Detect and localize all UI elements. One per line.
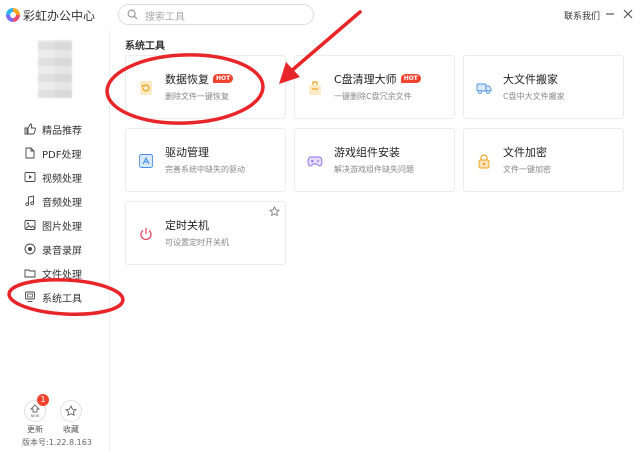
contact-us-link[interactable]: 联系我们 <box>564 9 600 22</box>
tool-title: 驱动管理 <box>165 146 209 159</box>
tool-desc: 一键删除C盘冗余文件 <box>334 92 412 101</box>
sidebar-item-label: PDF处理 <box>42 149 82 161</box>
sidebar-item-record[interactable]: 录音录屏 <box>24 240 104 258</box>
thumbs-up-icon <box>24 123 36 135</box>
tool-desc: 完善系统中缺失的驱动 <box>165 165 245 174</box>
folder-icon <box>24 267 36 279</box>
disk-clean-icon <box>309 81 321 95</box>
sidebar-item-label: 图片处理 <box>42 221 82 233</box>
sidebar-item-recommended[interactable]: 精品推荐 <box>24 120 104 138</box>
hot-badge: HOT <box>213 74 234 83</box>
sidebar-item-video[interactable]: 视频处理 <box>24 168 104 186</box>
hot-badge: HOT <box>400 74 421 83</box>
lock-icon <box>478 154 490 169</box>
sidebar-item-label: 视频处理 <box>42 173 82 185</box>
sidebar-item-label: 录音录屏 <box>42 245 82 257</box>
sidebar-item-label: 系统工具 <box>42 293 82 305</box>
search-placeholder: 搜索工具 <box>145 12 185 23</box>
tool-card-file-encrypt[interactable]: 文件加密 文件一键加密 <box>463 128 624 192</box>
sidebar-item-image[interactable]: 图片处理 <box>24 216 104 234</box>
tool-title: 定时关机 <box>165 219 209 232</box>
record-icon <box>24 243 36 255</box>
avatar[interactable] <box>38 40 72 98</box>
tool-card-big-file-move[interactable]: 大文件搬家 C盘中大文件搬家 <box>463 55 624 119</box>
sidebar-item-label: 音频处理 <box>42 197 82 209</box>
tool-title: 文件加密 <box>503 146 547 159</box>
search-input[interactable]: 搜索工具 <box>118 4 314 25</box>
title-bar: 彩虹办公中心 搜索工具 联系我们 <box>0 0 640 30</box>
tool-desc: 解决游戏组件缺失问题 <box>334 165 414 174</box>
tool-desc: 删除文件一键恢复 <box>165 92 229 101</box>
tool-desc: 文件一键加密 <box>503 165 551 174</box>
pdf-icon <box>24 147 36 159</box>
sidebar-item-label: 精品推荐 <box>42 125 82 137</box>
tool-title: 游戏组件安装 <box>334 146 400 159</box>
update-badge: 1 <box>37 394 49 406</box>
tool-card-disk-clean[interactable]: C盘清理大师 HOT 一键删除C盘冗余文件 <box>294 55 455 119</box>
tool-card-timed-shutdown[interactable]: 定时关机 可设置定时开关机 <box>125 201 286 265</box>
sidebar: 精品推荐 PDF处理 视频处理 音频处理 图片处理 录音录屏 文件处理 系统工具… <box>0 30 110 451</box>
favorite-button[interactable] <box>60 400 82 422</box>
truck-icon <box>476 83 492 94</box>
update-label: 更新 <box>27 425 43 434</box>
data-recovery-icon <box>140 81 152 95</box>
tool-desc: C盘中大文件搬家 <box>503 92 565 101</box>
tool-card-data-recovery[interactable]: 数据恢复 HOT 删除文件一键恢复 <box>125 55 286 119</box>
sidebar-item-file[interactable]: 文件处理 <box>24 264 104 282</box>
new-tag: NEW <box>31 414 40 418</box>
power-icon <box>140 228 152 241</box>
tool-title: 数据恢复 HOT <box>165 71 234 87</box>
driver-icon <box>139 154 153 168</box>
minimize-icon[interactable] <box>604 8 616 20</box>
close-icon[interactable] <box>622 8 634 20</box>
tool-title-text: 数据恢复 <box>165 73 209 86</box>
sidebar-item-label: 文件处理 <box>42 269 82 281</box>
image-icon <box>24 219 36 231</box>
tool-title: C盘清理大师 HOT <box>334 71 421 87</box>
favorite-star-icon[interactable] <box>269 206 280 217</box>
sidebar-item-audio[interactable]: 音频处理 <box>24 192 104 210</box>
version-label: 版本号:1.22.8.163 <box>22 438 92 447</box>
app-title: 彩虹办公中心 <box>23 9 96 23</box>
tool-title: 大文件搬家 <box>503 73 558 86</box>
update-icon: NEW <box>29 404 41 418</box>
sidebar-item-pdf[interactable]: PDF处理 <box>24 144 104 162</box>
tool-card-game-components[interactable]: 游戏组件安装 解决游戏组件缺失问题 <box>294 128 455 192</box>
favorite-label: 收藏 <box>63 425 79 434</box>
music-icon <box>24 195 36 207</box>
section-title: 系统工具 <box>125 41 165 52</box>
monitor-icon <box>24 291 36 303</box>
sidebar-item-system-tools[interactable]: 系统工具 <box>24 288 104 306</box>
rainbow-logo-icon <box>6 8 20 22</box>
star-icon <box>65 405 77 417</box>
tool-title-text: C盘清理大师 <box>334 73 397 86</box>
tool-desc: 可设置定时开关机 <box>165 238 229 247</box>
search-icon <box>127 9 138 20</box>
tool-card-driver[interactable]: 驱动管理 完善系统中缺失的驱动 <box>125 128 286 192</box>
gamepad-icon <box>307 156 323 167</box>
video-icon <box>24 171 36 183</box>
